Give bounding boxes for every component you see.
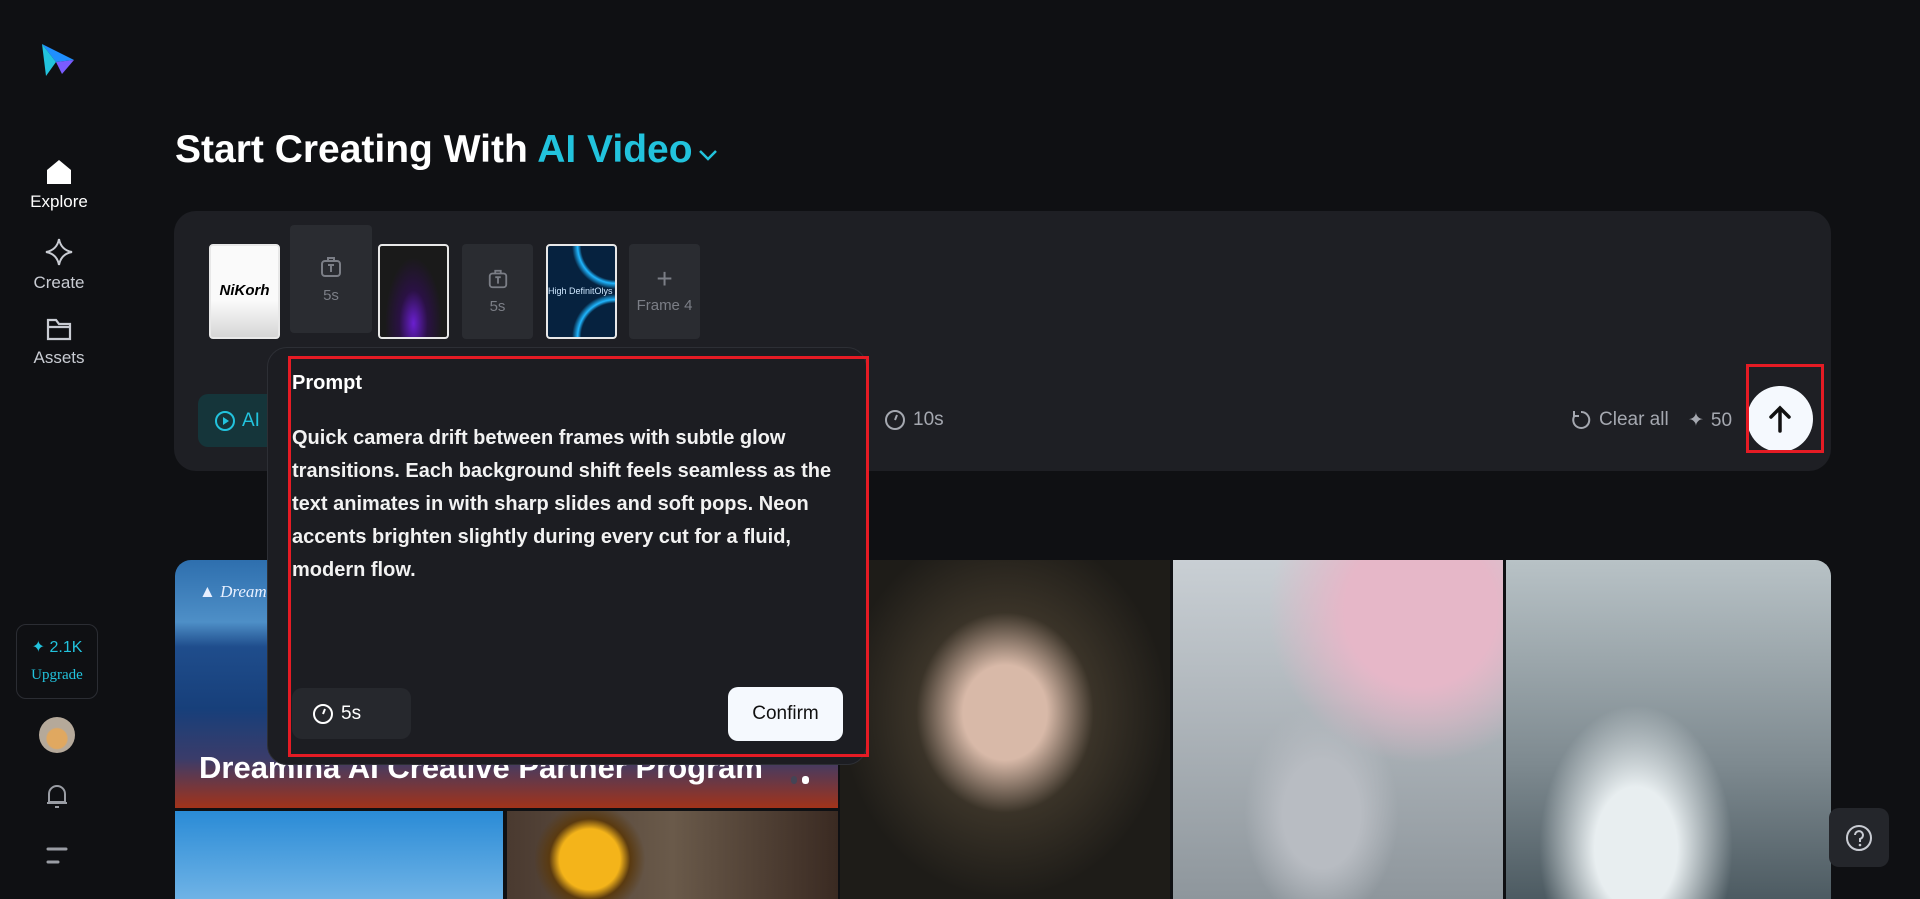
add-frame-label: Frame 4 — [636, 297, 693, 314]
upgrade-label: Upgrade — [31, 667, 83, 683]
sidebar-item-label: Explore — [30, 192, 88, 211]
mode-dropdown[interactable]: AI Video — [537, 128, 718, 171]
timer-icon — [885, 410, 905, 430]
folder-icon — [46, 318, 72, 341]
gallery-item-portrait[interactable] — [840, 560, 1170, 899]
text-prompt-icon — [321, 256, 341, 277]
transition-segment-2[interactable]: 5s — [462, 244, 533, 339]
app-logo[interactable] — [36, 40, 76, 85]
carousel-dot-active[interactable] — [802, 776, 809, 784]
gallery-item-robot[interactable] — [1173, 560, 1503, 899]
frame-text: NiKorh — [219, 282, 270, 299]
frame-thumbnail-3[interactable]: High DefinitOlys — [546, 244, 617, 339]
frame-thumbnail-1[interactable]: NiKorh — [209, 244, 280, 339]
frame-thumbnail-2[interactable] — [378, 244, 449, 339]
transition-segment-1[interactable]: 5s — [290, 225, 372, 333]
credits-icon: ✦ — [31, 639, 50, 656]
credits-icon: ✦ — [1688, 410, 1704, 431]
sidebar-item-label: Assets — [33, 348, 85, 367]
menu-icon[interactable] — [46, 846, 68, 871]
gallery-item-sky[interactable] — [175, 811, 503, 899]
total-duration-label: 10s — [913, 409, 944, 430]
mode-label: AI — [242, 409, 260, 431]
bell-icon[interactable] — [45, 782, 69, 815]
help-button[interactable] — [1829, 808, 1889, 867]
highlight-box-generate — [1746, 364, 1824, 453]
sidebar-item-label: Create — [33, 273, 85, 292]
clear-all-label: Clear all — [1599, 409, 1669, 430]
generation-cost: ✦ 50 — [1688, 409, 1732, 432]
highlight-box-prompt — [288, 356, 869, 757]
mode-dropdown-label: AI Video — [537, 128, 693, 171]
total-duration[interactable]: 10s — [884, 409, 944, 431]
sparkle-icon — [45, 238, 73, 266]
credits-count: 2.1K — [49, 639, 83, 656]
sidebar-item-assets[interactable]: Assets — [0, 316, 118, 368]
carousel-dot[interactable] — [791, 776, 797, 784]
avatar[interactable] — [39, 717, 75, 753]
home-icon — [47, 160, 71, 184]
frame-text: High DefinitOlys — [548, 286, 613, 296]
text-prompt-icon — [488, 269, 507, 289]
page-title: Start Creating With AI Video — [175, 128, 719, 172]
title-prefix: Start Creating With — [175, 128, 528, 171]
add-frame-button[interactable]: + Frame 4 — [629, 244, 700, 339]
gallery-item-storm-city[interactable] — [1506, 560, 1831, 899]
clear-all-button[interactable]: Clear all — [1570, 409, 1669, 431]
plus-icon: + — [656, 263, 673, 294]
chevron-down-icon — [698, 150, 717, 161]
gallery-item-sunflower[interactable] — [507, 811, 838, 899]
cost-value: 50 — [1710, 409, 1733, 431]
segment-duration: 5s — [489, 298, 506, 315]
upgrade-button[interactable]: ✦ 2.1K Upgrade — [16, 624, 98, 699]
sidebar-item-create[interactable]: Create — [0, 237, 118, 293]
help-icon — [1846, 824, 1872, 851]
ai-video-icon — [215, 410, 235, 431]
segment-duration: 5s — [323, 286, 339, 304]
reset-icon — [1572, 410, 1591, 429]
sidebar-item-explore[interactable]: Explore — [0, 158, 118, 212]
